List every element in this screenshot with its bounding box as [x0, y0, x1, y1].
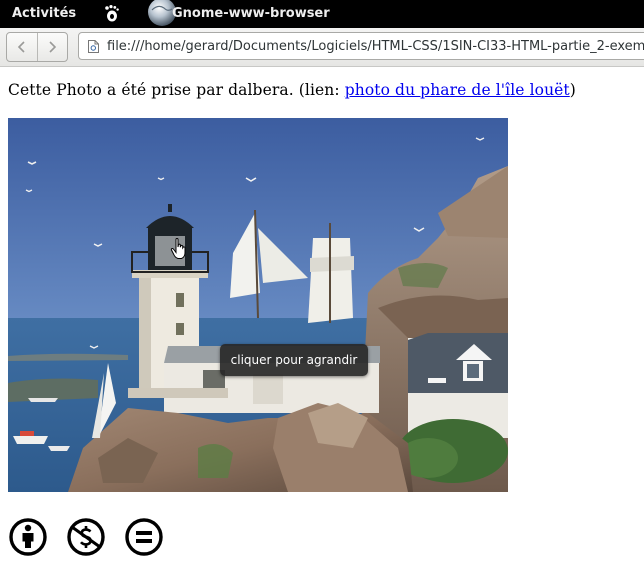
photo-link[interactable]: photo du phare de l'île louët [345, 81, 570, 99]
chevron-left-icon [17, 41, 25, 53]
local-file-icon [88, 40, 99, 53]
forward-button[interactable] [37, 33, 67, 61]
caption-prefix: Cette Photo a été prise par dalbera. (li… [8, 81, 345, 99]
caption-suffix: ) [569, 81, 576, 99]
photo-caption: Cette Photo a été prise par dalbera. (li… [8, 81, 576, 99]
address-bar[interactable]: file:///home/gerard/Documents/Logiciels/… [78, 32, 644, 60]
activities-button[interactable]: Activités [12, 6, 76, 21]
browser-toolbar: file:///home/gerard/Documents/Logiciels/… [0, 28, 644, 67]
cc-nd-icon[interactable] [124, 517, 164, 557]
navigation-buttons [6, 32, 68, 62]
cc-nc-icon[interactable] [66, 517, 106, 557]
web-page: Cette Photo a été prise par dalbera. (li… [0, 67, 644, 562]
cc-by-icon[interactable] [8, 517, 48, 557]
hand-pointer-icon [170, 238, 186, 259]
gnome-foot-icon[interactable] [102, 4, 120, 22]
back-button[interactable] [7, 33, 38, 61]
url-text: file:///home/gerard/Documents/Logiciels/… [107, 39, 644, 54]
image-tooltip: cliquer pour agrandir [220, 344, 368, 376]
app-menu-name[interactable]: Gnome-www-browser [172, 6, 330, 21]
chevron-right-icon [49, 41, 57, 53]
gnome-top-bar: Activités Gnome-www-browser [0, 0, 644, 28]
lighthouse-photo[interactable] [8, 118, 508, 492]
